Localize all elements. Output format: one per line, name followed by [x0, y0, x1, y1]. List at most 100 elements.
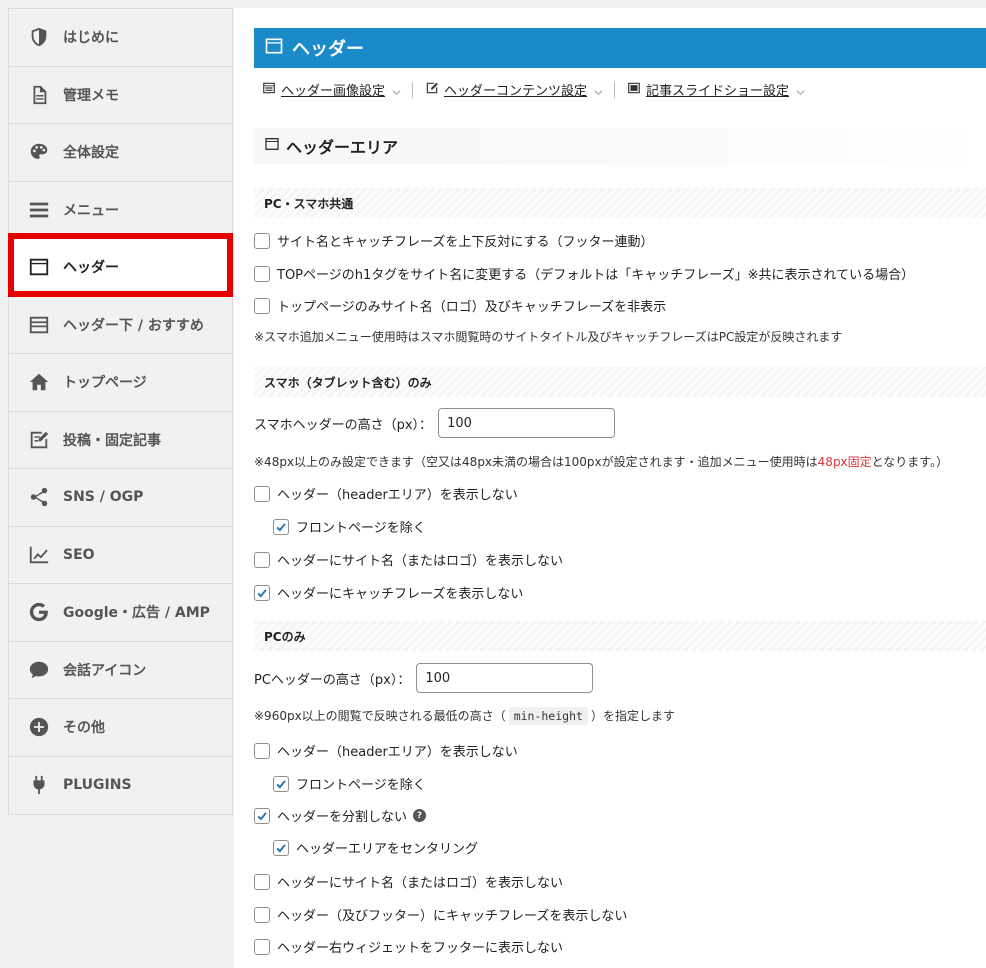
subnav-label: ヘッダーコンテンツ設定 — [444, 84, 588, 99]
sidebar-item-label: 管理メモ — [63, 87, 119, 104]
sidebar-item-label: PLUGINS — [63, 777, 132, 794]
option-label: フロントページを除く — [296, 778, 426, 793]
sidebar-item-general-settings[interactable]: 全体設定 — [9, 124, 232, 182]
help-icon[interactable]: ? — [413, 809, 427, 822]
chevron-down-icon — [796, 86, 805, 95]
sidebar-item-admin-memo[interactable]: 管理メモ — [9, 66, 232, 124]
sp-option-exclude-front-page[interactable]: フロントページを除く — [273, 517, 426, 536]
sidebar-item-label: 投稿・固定記事 — [63, 432, 161, 449]
pc-header-height-label: PCヘッダーの高さ（px）： — [254, 672, 411, 688]
share-icon — [27, 485, 51, 509]
checkbox[interactable] — [254, 485, 270, 502]
sidebar-item-label: 会話アイコン — [63, 662, 147, 679]
checkbox[interactable] — [254, 551, 270, 568]
settings-sidebar: はじめに 管理メモ 全体設定 メニュー ヘッダー ヘッダー下 / おすすめ トッ… — [8, 8, 233, 815]
pc-option-hide-catchphrase[interactable]: ヘッダー（及びフッター）にキャッチフレーズを表示しない — [254, 905, 627, 924]
pc-option-widget-in-footer[interactable]: ヘッダー右ウィジェットをフッターに表示しない — [254, 937, 563, 956]
common-note: ※スマホ追加メニュー使用時はスマホ閲覧時のサイトタイトル及びキャッチフレーズはP… — [254, 330, 843, 344]
option-label: ヘッダー右ウィジェットをフッターに表示しない — [277, 941, 564, 956]
sp-option-hide-sitename[interactable]: ヘッダーにサイト名（またはロゴ）を表示しない — [254, 550, 563, 569]
sidebar-item-posts[interactable]: 投稿・固定記事 — [9, 411, 232, 469]
checkbox[interactable] — [254, 873, 270, 890]
option-label: ヘッダーにサイト名（またはロゴ）を表示しない — [277, 876, 564, 891]
edit-box-icon — [425, 81, 444, 99]
option-label: ヘッダーを分割しない — [277, 810, 408, 825]
checkbox[interactable] — [273, 839, 289, 856]
pc-option-exclude-front-page[interactable]: フロントページを除く — [273, 774, 426, 793]
page-title: ヘッダー — [292, 39, 364, 60]
pc-option-hide-sitename[interactable]: ヘッダーにサイト名（またはロゴ）を表示しない — [254, 872, 563, 891]
pc-header-height-input[interactable] — [416, 663, 594, 693]
sidebar-item-sns-ogp[interactable]: SNS / OGP — [9, 469, 232, 527]
pc-option-center-header[interactable]: ヘッダーエリアをセンタリング — [273, 838, 478, 857]
subnav-divider — [412, 81, 414, 98]
sidebar-item-header-below[interactable]: ヘッダー下 / おすすめ — [9, 296, 232, 354]
speech-bubble-icon — [27, 658, 51, 682]
smartphone-header-height-input[interactable] — [438, 408, 616, 438]
sidebar-item-plugins[interactable]: PLUGINS — [9, 756, 232, 814]
sp-option-hide-catchphrase[interactable]: ヘッダーにキャッチフレーズを表示しない — [254, 583, 523, 602]
option-h1-sitename[interactable]: TOPページのh1タグをサイト名に変更する（デフォルトは「キャッチフレーズ」※共… — [254, 264, 914, 283]
checkbox[interactable] — [254, 265, 270, 282]
sidebar-item-header[interactable]: ヘッダー — [9, 239, 232, 297]
subnav-header-image-settings[interactable]: ヘッダー画像設定 — [262, 80, 401, 99]
sidebar-item-chat-icons[interactable]: 会話アイコン — [9, 641, 232, 699]
smartphone-height-note: ※48px以上のみ設定できます（空又は48px未満の場合は100pxが設定されま… — [254, 453, 948, 470]
section-heading-pc: PCのみ — [254, 621, 986, 651]
shield-half-icon — [27, 25, 51, 49]
checkbox[interactable] — [254, 232, 270, 249]
area-heading-text: ヘッダーエリア — [286, 138, 399, 157]
document-icon — [27, 83, 51, 107]
checkbox[interactable] — [254, 584, 270, 601]
option-swap-sitename-catchphrase[interactable]: サイト名とキャッチフレーズを上下反対にする（フッター連動） — [254, 231, 653, 250]
note-highlight: 48px固定 — [817, 455, 872, 469]
header-layout-icon — [27, 255, 51, 279]
section-heading-common: PC・スマホ共通 — [254, 188, 986, 218]
sidebar-item-label: SNS / OGP — [63, 489, 144, 506]
subnav-label: 記事スライドショー設定 — [646, 84, 790, 99]
option-label: トップページのみサイト名（ロゴ）及びキャッチフレーズを非表示 — [277, 300, 667, 315]
sp-option-hide-header[interactable]: ヘッダー（headerエリア）を表示しない — [254, 484, 518, 503]
pc-option-no-split-header[interactable]: ヘッダーを分割しない ? — [254, 806, 427, 825]
sidebar-item-google-ads-amp[interactable]: Google・広告 / AMP — [9, 584, 232, 642]
option-label: ヘッダーにサイト名（またはロゴ）を表示しない — [277, 554, 564, 569]
checkbox[interactable] — [254, 938, 270, 955]
checkbox[interactable] — [254, 807, 270, 824]
sidebar-item-label: はじめに — [63, 30, 119, 47]
slideshow-icon — [627, 81, 646, 99]
hamburger-menu-icon — [27, 198, 51, 222]
palette-icon — [27, 140, 51, 164]
checkbox[interactable] — [254, 297, 270, 314]
pc-height-note: ※960px以上の閲覧で反映される最低の高さ（ min-height ）を指定します — [254, 707, 675, 725]
sidebar-item-menu[interactable]: メニュー — [9, 181, 232, 239]
plus-circle-icon — [27, 715, 51, 739]
plug-icon — [27, 773, 51, 797]
option-label: ヘッダー（headerエリア）を表示しない — [277, 488, 518, 503]
header-image-icon — [262, 81, 281, 99]
sub-navigation: ヘッダー画像設定 ヘッダーコンテンツ設定 記事スライドショー設定 — [262, 80, 805, 99]
sidebar-item-top-page[interactable]: トップページ — [9, 354, 232, 412]
subnav-header-content-settings[interactable]: ヘッダーコンテンツ設定 — [425, 80, 603, 99]
area-heading: ヘッダーエリア — [254, 128, 986, 164]
edit-post-icon — [27, 428, 51, 452]
checkbox[interactable] — [273, 518, 289, 535]
header-layout-icon — [264, 36, 292, 60]
sidebar-item-seo[interactable]: SEO — [9, 526, 232, 584]
line-chart-icon — [27, 543, 51, 567]
pc-option-hide-header[interactable]: ヘッダー（headerエリア）を表示しない — [254, 741, 518, 760]
sidebar-item-label: その他 — [63, 720, 105, 737]
checkbox[interactable] — [254, 906, 270, 923]
subnav-article-slideshow-settings[interactable]: 記事スライドショー設定 — [627, 80, 805, 99]
option-label: ヘッダー（及びフッター）にキャッチフレーズを表示しない — [277, 909, 628, 924]
sidebar-item-other[interactable]: その他 — [9, 699, 232, 757]
note-text: ※48px以上のみ設定できます（空又は48px未満の場合は100pxが設定されま… — [254, 455, 818, 469]
sidebar-item-label: トップページ — [63, 375, 147, 392]
subnav-divider — [614, 81, 616, 98]
option-hide-on-top-page[interactable]: トップページのみサイト名（ロゴ）及びキャッチフレーズを非表示 — [254, 296, 666, 315]
section-heading-smartphone: スマホ（タブレット含む）のみ — [254, 367, 986, 397]
checkbox[interactable] — [273, 775, 289, 792]
sidebar-item-intro[interactable]: はじめに — [9, 9, 232, 67]
note-text: ※960px以上の閲覧で反映される最低の高さ（ — [254, 709, 506, 723]
smartphone-header-height-label: スマホヘッダーの高さ（px）： — [254, 417, 433, 433]
checkbox[interactable] — [254, 742, 270, 759]
